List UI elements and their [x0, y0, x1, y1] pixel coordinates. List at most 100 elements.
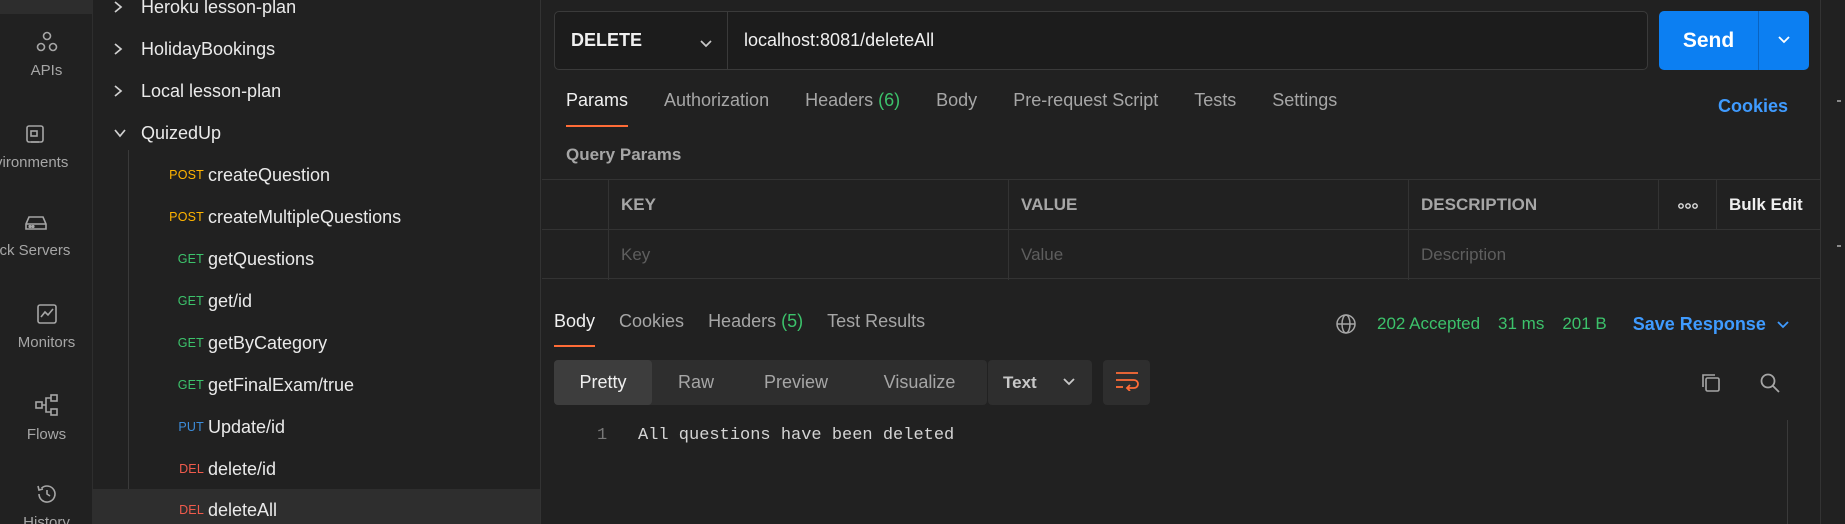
- response-body-viewer[interactable]: 1 All questions have been deleted: [542, 420, 1787, 524]
- tree-folder[interactable]: Heroku lesson-plan: [93, 0, 540, 28]
- response-size[interactable]: 201 B: [1562, 314, 1606, 334]
- status-badge[interactable]: 202 Accepted: [1377, 314, 1480, 334]
- chevron-down-icon: [1063, 378, 1075, 386]
- line-number: 1: [597, 426, 608, 445]
- rail-item-environments[interactable]: Environments: [0, 122, 69, 171]
- method-badge: POST: [169, 168, 204, 182]
- tab-authorization[interactable]: Authorization: [664, 90, 769, 130]
- rail-label-history: History: [23, 514, 70, 524]
- more-options-button[interactable]: [1659, 180, 1717, 230]
- description-input[interactable]: Description: [1409, 230, 1820, 280]
- rail-label-flows: Flows: [26, 426, 67, 443]
- bulk-edit-button[interactable]: Bulk Edit: [1717, 180, 1820, 230]
- request-name: Update/id: [208, 416, 286, 437]
- save-response-button[interactable]: Save Response: [1633, 314, 1790, 335]
- format-visualize-button[interactable]: Visualize: [852, 360, 987, 405]
- wrap-lines-icon: [1114, 369, 1140, 396]
- request-editor: DELETE localhost:8081/deleteAll Send Par…: [542, 0, 1820, 524]
- sidebar-rail: APIs Environments Mock Servers Monitors: [0, 0, 93, 524]
- send-options-button[interactable]: [1759, 11, 1809, 70]
- monitors-icon: [0, 302, 92, 326]
- key-input[interactable]: Key: [609, 230, 1009, 280]
- tree-request[interactable]: POST createMultipleQuestions: [93, 196, 540, 238]
- chevron-right-icon[interactable]: [113, 39, 141, 59]
- table-header-row: KEY VALUE DESCRIPTION Bulk Edit: [542, 180, 1820, 230]
- method-badge: GET: [177, 378, 204, 392]
- tree-request[interactable]: GET getFinalExam/true: [93, 364, 540, 406]
- tab-tests[interactable]: Tests: [1194, 90, 1236, 130]
- chevron-right-icon[interactable]: [113, 0, 141, 17]
- tab-headers[interactable]: Headers (6): [805, 90, 900, 130]
- rail-item-monitors[interactable]: Monitors: [0, 302, 92, 351]
- tree-folder[interactable]: HolidayBookings: [93, 28, 540, 70]
- request-name: createMultipleQuestions: [208, 206, 402, 227]
- chevron-right-icon[interactable]: [113, 81, 141, 101]
- rail-top-highlight: [0, 0, 92, 14]
- history-icon: [0, 482, 92, 506]
- tree-request[interactable]: PUT Update/id: [93, 406, 540, 448]
- response-headers-count: (5): [781, 311, 804, 331]
- more-icon: [1677, 195, 1698, 215]
- rail-label-apis: APIs: [30, 62, 63, 79]
- tab-settings[interactable]: Settings: [1272, 90, 1337, 130]
- url-input-value: localhost:8081/deleteAll: [744, 30, 935, 50]
- tab-pre-request-script[interactable]: Pre-request Script: [1013, 90, 1158, 130]
- tree-request-active[interactable]: DEL deleteAll: [93, 489, 540, 524]
- column-key: KEY: [609, 180, 1009, 230]
- tab-test-results[interactable]: Test Results: [827, 311, 925, 351]
- tree-folder-label: Local lesson-plan: [141, 80, 282, 101]
- tab-response-headers[interactable]: Headers (5): [708, 311, 803, 351]
- url-bar: DELETE localhost:8081/deleteAll: [554, 11, 1648, 70]
- tree-folder-expanded[interactable]: QuizedUp: [93, 112, 540, 154]
- rail-label-mock-servers: Mock Servers: [0, 242, 71, 259]
- tab-params[interactable]: Params: [566, 90, 629, 130]
- tree-folder-label: QuizedUp: [141, 122, 222, 143]
- active-tab-underline: [554, 345, 596, 347]
- language-select-value: Text: [1003, 372, 1037, 392]
- format-pretty-button[interactable]: Pretty: [554, 360, 652, 405]
- method-badge: DEL: [179, 462, 204, 476]
- value-input[interactable]: Value: [1009, 230, 1409, 280]
- rail-item-history[interactable]: History: [0, 482, 92, 524]
- request-name: createQuestion: [208, 164, 331, 185]
- method-select[interactable]: DELETE: [555, 12, 728, 69]
- rail-item-mock-servers[interactable]: Mock Servers: [0, 212, 71, 259]
- search-button[interactable]: [1759, 372, 1781, 399]
- rail-label-environments: Environments: [0, 154, 69, 171]
- tree-request[interactable]: POST createQuestion: [93, 154, 540, 196]
- chevron-down-icon[interactable]: [113, 123, 141, 143]
- url-input[interactable]: localhost:8081/deleteAll: [728, 12, 1647, 69]
- tree-folder-label: Heroku lesson-plan: [141, 0, 297, 17]
- request-name: getFinalExam/true: [208, 374, 355, 395]
- tab-body[interactable]: Body: [936, 90, 977, 130]
- language-select[interactable]: Text: [988, 360, 1092, 405]
- wrap-lines-button[interactable]: [1103, 360, 1150, 405]
- format-preview-button[interactable]: Preview: [740, 360, 852, 405]
- globe-icon[interactable]: [1335, 313, 1357, 335]
- table-row: Key Value Description: [542, 230, 1820, 280]
- query-params-title: Query Params: [566, 145, 682, 164]
- tab-response-body[interactable]: Body: [554, 311, 596, 351]
- format-toggle: Pretty Raw Preview Visualize: [554, 360, 987, 405]
- request-name: get/id: [208, 290, 253, 311]
- copy-button[interactable]: [1700, 372, 1722, 399]
- tab-response-cookies[interactable]: Cookies: [619, 311, 684, 351]
- format-raw-button[interactable]: Raw: [652, 360, 740, 405]
- tab-headers-label: Headers: [805, 90, 874, 110]
- cookies-link[interactable]: Cookies: [1718, 96, 1788, 117]
- flows-icon: [0, 392, 92, 418]
- tree-request[interactable]: GET getByCategory: [93, 322, 540, 364]
- rail-item-apis[interactable]: APIs: [0, 30, 92, 79]
- method-badge: DEL: [179, 503, 204, 517]
- tree-request[interactable]: GET getQuestions: [93, 238, 540, 280]
- tree-request[interactable]: GET get/id: [93, 280, 540, 322]
- tree-folder[interactable]: Local lesson-plan: [93, 70, 540, 112]
- search-icon: [1759, 373, 1781, 398]
- rail-item-flows[interactable]: Flows: [0, 392, 92, 443]
- response-time[interactable]: 31 ms: [1498, 314, 1544, 334]
- request-name: deleteAll: [208, 499, 278, 520]
- tree-request[interactable]: DEL delete/id: [93, 448, 540, 490]
- response-scrollbar[interactable]: [1787, 420, 1788, 524]
- collections-tree: Heroku lesson-plan HolidayBookings Local…: [93, 0, 541, 524]
- send-button[interactable]: Send: [1659, 11, 1759, 70]
